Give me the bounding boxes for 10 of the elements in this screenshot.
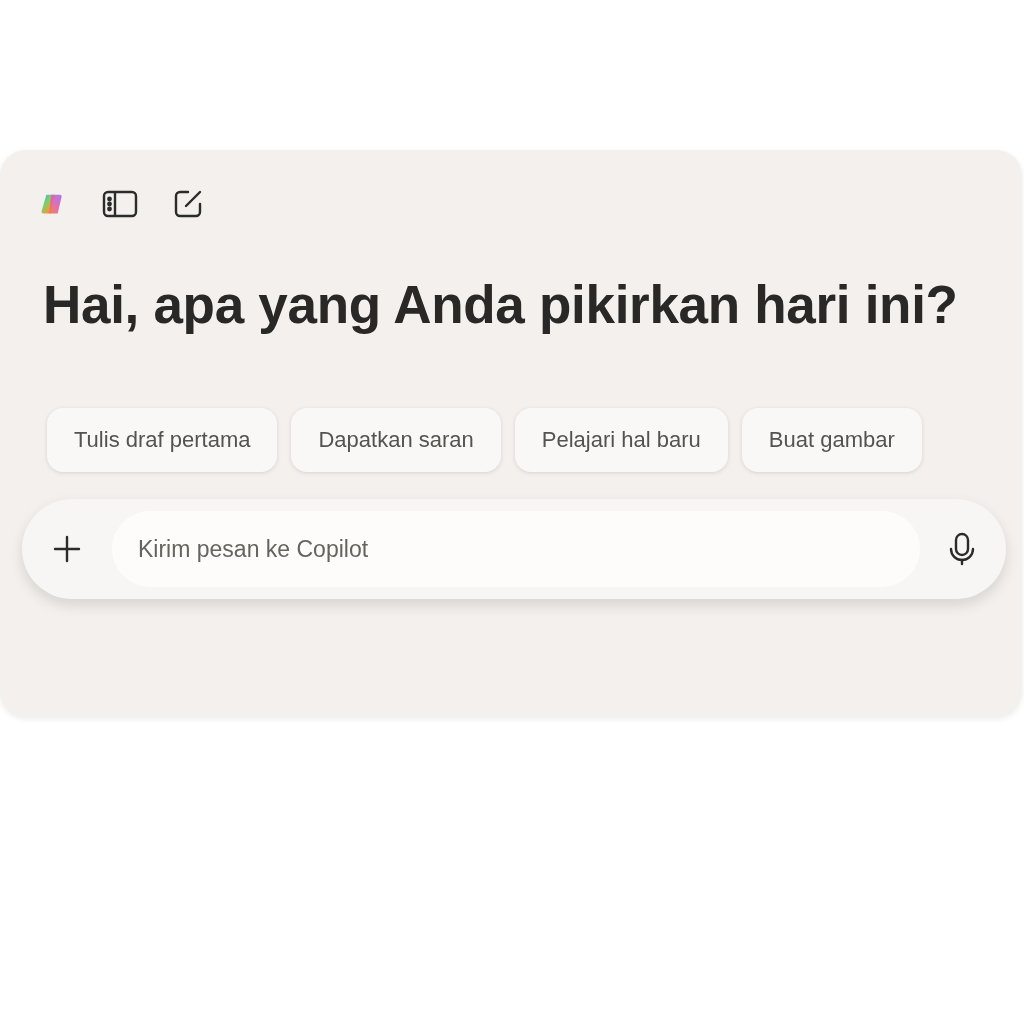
suggestion-chip[interactable]: Pelajari hal baru (514, 408, 728, 472)
new-chat-icon[interactable] (172, 188, 204, 220)
suggestion-chip[interactable]: Tulis draf pertama (47, 408, 278, 472)
greeting-heading: Hai, apa yang Anda pikirkan hari ini? (43, 274, 959, 336)
sidebar-toggle-icon[interactable] (102, 190, 138, 218)
suggestion-chip[interactable]: Dapatkan saran (291, 408, 501, 472)
microphone-icon[interactable] (948, 532, 976, 566)
add-icon[interactable] (52, 534, 82, 564)
suggestion-chip[interactable]: Buat gambar (741, 408, 922, 472)
message-field[interactable]: Kirim pesan ke Copilot (112, 511, 920, 587)
